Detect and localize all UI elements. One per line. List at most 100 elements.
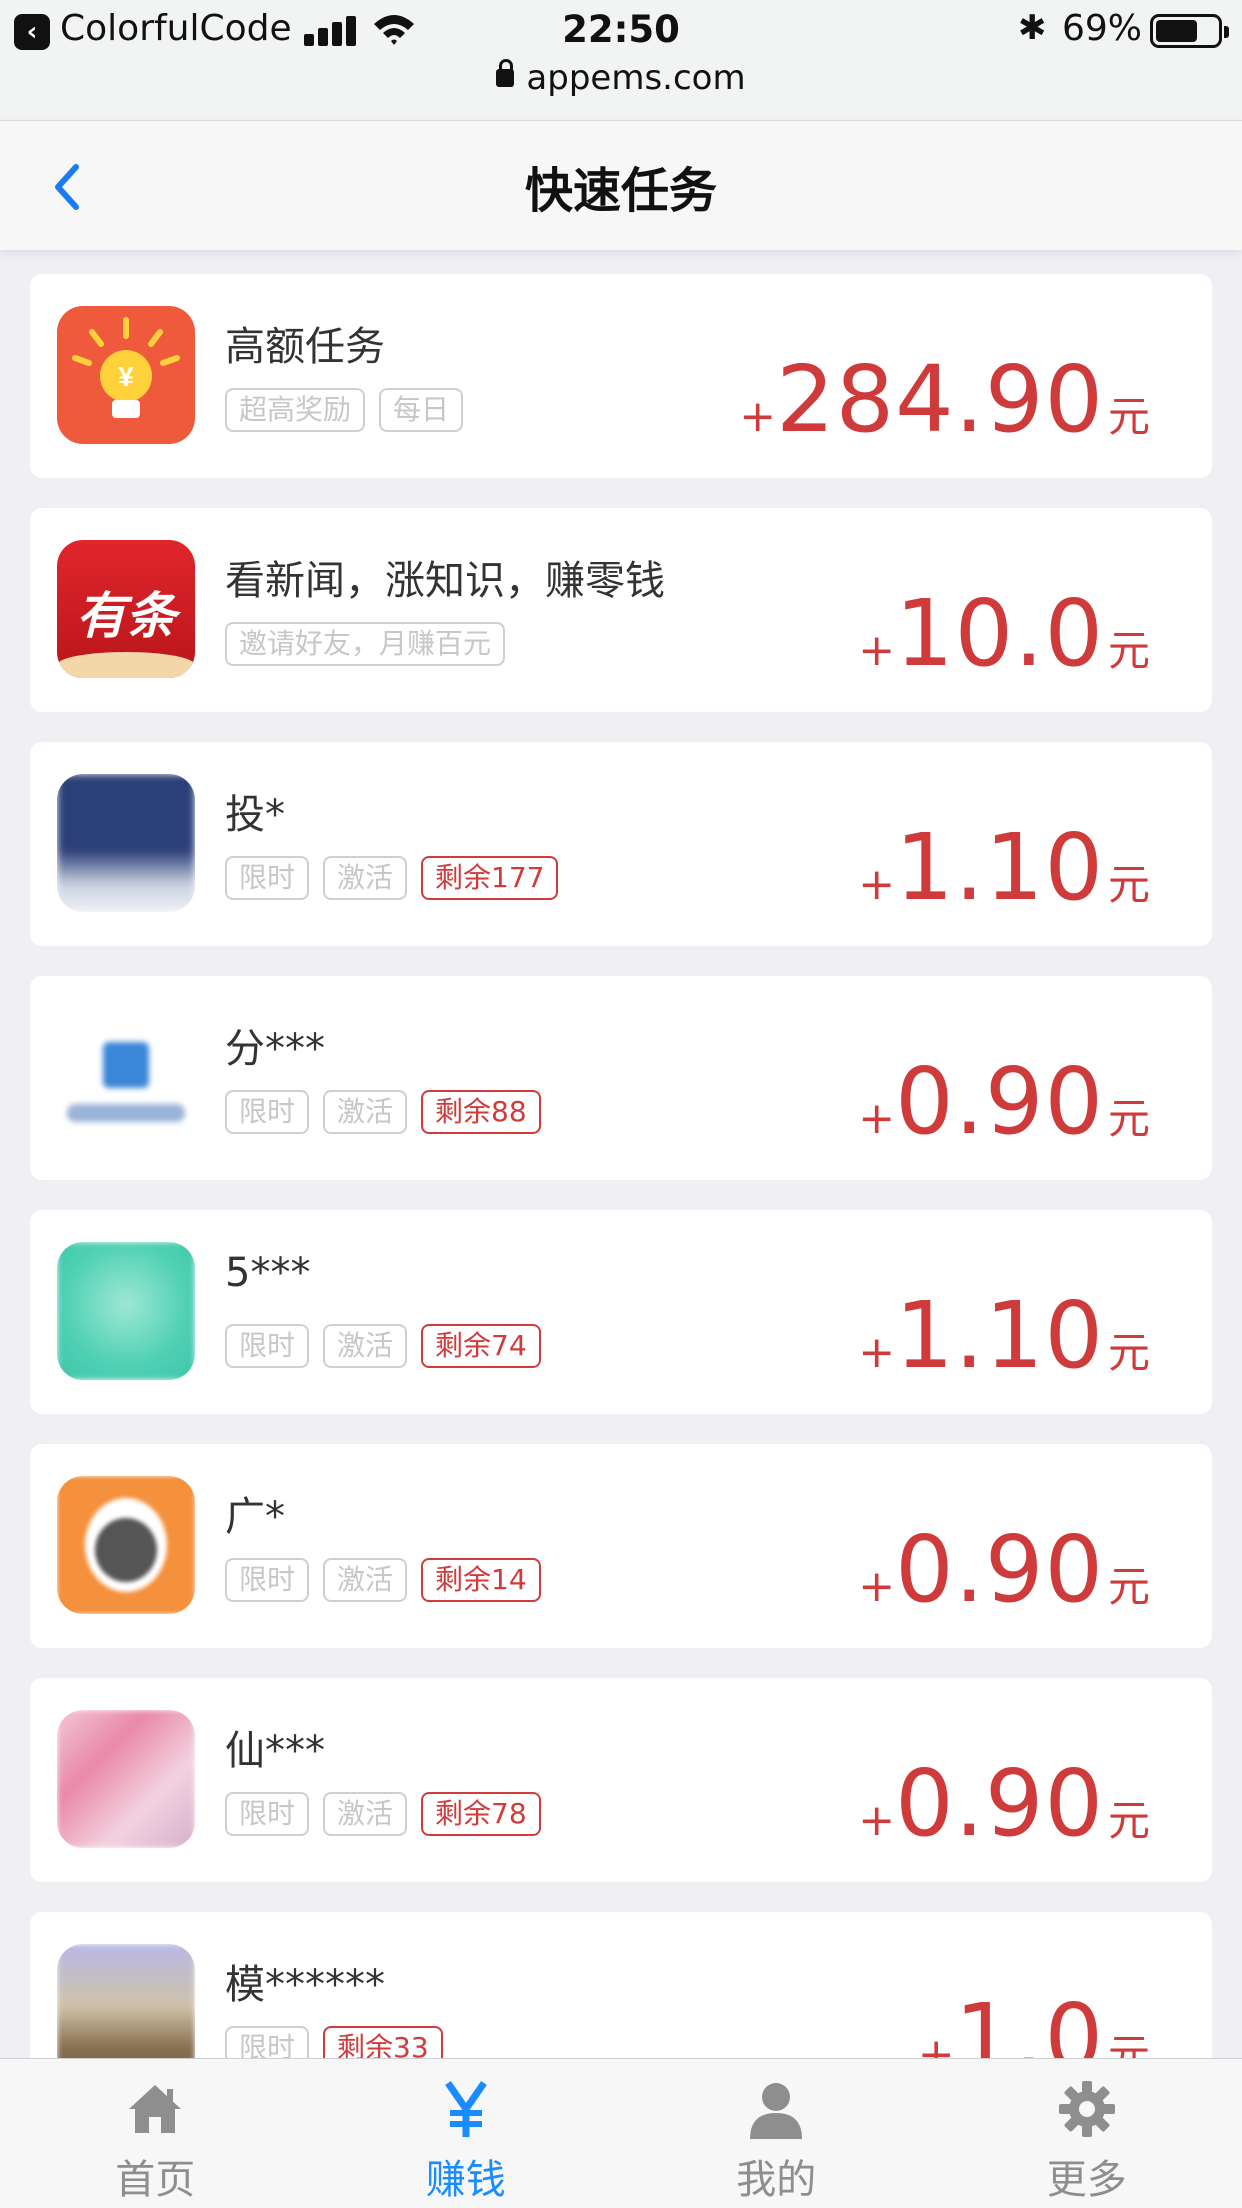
task-card[interactable]: 广* 限时 激活 剩余14 +0.90 元: [30, 1444, 1212, 1648]
reward-unit: 元: [1107, 1094, 1150, 1143]
yen-icon: [444, 2081, 487, 2137]
page-title: 快速任务: [524, 163, 717, 219]
reward-value: 1.10: [895, 814, 1104, 921]
task-tag: 激活: [323, 1324, 408, 1368]
remaining-badge: 剩余88: [421, 1090, 541, 1134]
tab-bar: 首页 赚钱 我的 更多: [0, 2058, 1242, 2208]
task-tags: 限时 激活 剩余78: [225, 1792, 541, 1836]
blurred-app-icon: [57, 774, 195, 912]
task-tag: 每日: [379, 388, 464, 432]
reward-amount: +0.90 元: [858, 1048, 1150, 1168]
lock-icon: [496, 59, 515, 87]
task-tags: 限时 激活 剩余177: [225, 856, 559, 900]
status-bar: ‹ ColorfulCode 22:50 ✱ 69% appems.com: [0, 0, 1242, 120]
youtiao-news-icon: 有条: [57, 540, 195, 678]
task-tag: 激活: [323, 1558, 408, 1602]
task-title: 分***: [225, 1026, 325, 1072]
tab-more-label: 更多: [1046, 2157, 1127, 2203]
battery-icon: [1150, 14, 1229, 48]
tab-more[interactable]: 更多: [932, 2059, 1242, 2208]
task-title: 仙***: [225, 1728, 325, 1774]
task-tag: 激活: [323, 856, 408, 900]
task-tags: 超高奖励 每日: [225, 388, 464, 432]
tab-home-label: 首页: [115, 2157, 196, 2203]
task-card[interactable]: 仙*** 限时 激活 剩余78 +0.90 元: [30, 1678, 1212, 1882]
reward-plus: +: [739, 391, 777, 442]
task-card[interactable]: 分*** 限时 激活 剩余88 +0.90 元: [30, 976, 1212, 1180]
lightbulb-coin-icon: ¥: [57, 306, 195, 444]
gear-icon: [1058, 2081, 1115, 2137]
task-card[interactable]: ¥ 高额任务超高奖励 每日 +284.90 元: [30, 274, 1212, 478]
reward-unit: 元: [1107, 1328, 1150, 1377]
reward-value: 0.90: [895, 1750, 1104, 1857]
task-tag: 限时: [225, 1324, 310, 1368]
task-tag: 邀请好友，月赚百元: [225, 622, 506, 666]
tab-mine-label: 我的: [736, 2157, 817, 2203]
task-tags: 限时 激活 剩余74: [225, 1324, 541, 1368]
tab-mine[interactable]: 我的: [621, 2059, 932, 2208]
svg-text:¥: ¥: [118, 361, 134, 392]
remaining-badge: 剩余78: [421, 1792, 541, 1836]
reward-amount: +0.90 元: [858, 1750, 1150, 1870]
task-tag: 激活: [323, 1792, 408, 1836]
reward-unit: 元: [1107, 392, 1150, 441]
task-tag: 超高奖励: [225, 388, 366, 432]
blurred-app-icon: [57, 1710, 195, 1848]
task-list: ¥ 高额任务 超高奖励 每日 +284.90 元有条 看新闻，涨知识，赚零钱 邀请好友，月赚百…: [30, 274, 1212, 2146]
reward-value: 0.90: [895, 1048, 1104, 1155]
reward-unit: 元: [1107, 626, 1150, 675]
task-tag: 限时: [225, 1558, 310, 1602]
task-title: 5***: [225, 1250, 311, 1296]
remaining-badge: 剩余74: [421, 1324, 541, 1368]
reward-unit: 元: [1107, 860, 1150, 909]
url-bar[interactable]: appems.com: [0, 58, 1242, 98]
reward-unit: 元: [1107, 1562, 1150, 1611]
task-tags: 邀请好友，月赚百元: [225, 622, 506, 666]
reward-amount: +1.10 元: [858, 814, 1150, 934]
remaining-badge: 剩余177: [421, 856, 559, 900]
task-tag: 限时: [225, 1090, 310, 1134]
reward-amount: +10.0 元: [858, 580, 1150, 700]
task-title: 模******: [225, 1962, 385, 2008]
home-icon: [129, 2085, 182, 2133]
task-card[interactable]: 有条 看新闻，涨知识，赚零钱 邀请好友，月赚百元 +10.0 元: [30, 508, 1212, 712]
task-tags: 限时 激活 剩余88: [225, 1090, 541, 1134]
reward-plus: +: [858, 1561, 896, 1612]
reward-plus: +: [858, 1327, 896, 1378]
reward-value: 0.90: [895, 1516, 1104, 1623]
url-text: appems.com: [526, 58, 746, 98]
task-tag: 激活: [323, 1090, 408, 1134]
reward-plus: +: [858, 859, 896, 910]
blurred-app-icon: [57, 1476, 195, 1614]
reward-amount: +1.10 元: [858, 1282, 1150, 1402]
reward-unit: 元: [1107, 1796, 1150, 1845]
task-title: 广*: [225, 1494, 285, 1540]
task-tags: 限时 激活 剩余14: [225, 1558, 541, 1602]
reward-plus: +: [858, 625, 896, 676]
navigation-bar: 快速任务: [0, 120, 1242, 250]
reward-value: 10.0: [895, 580, 1104, 687]
bluetooth-icon: ✱: [1018, 8, 1047, 48]
task-title: 投*: [225, 792, 285, 838]
tab-earn-label: 赚钱: [425, 2157, 506, 2203]
reward-amount: +0.90 元: [858, 1516, 1150, 1636]
reward-amount: +284.90 元: [739, 346, 1150, 466]
task-title: 看新闻，涨知识，赚零钱: [225, 558, 665, 604]
reward-value: 1.10: [895, 1282, 1104, 1389]
task-tag: 限时: [225, 1792, 310, 1836]
task-card[interactable]: 5*** 限时 激活 剩余74 +1.10 元: [30, 1210, 1212, 1414]
clock: 22:50: [562, 8, 680, 51]
blurred-app-icon: [57, 1242, 195, 1380]
task-tag: 限时: [225, 856, 310, 900]
reward-value: 284.90: [776, 346, 1104, 453]
battery-percent: 69%: [1062, 8, 1143, 49]
blurred-app-icon: [57, 1008, 195, 1146]
tab-home[interactable]: 首页: [0, 2059, 311, 2208]
remaining-badge: 剩余14: [421, 1558, 541, 1602]
reward-plus: +: [858, 1093, 896, 1144]
task-title: 高额任务: [225, 324, 385, 370]
tab-earn[interactable]: 赚钱: [311, 2059, 622, 2208]
user-icon: [750, 2083, 803, 2139]
task-card[interactable]: 投* 限时 激活 剩余177 +1.10 元: [30, 742, 1212, 946]
reward-plus: +: [858, 1795, 896, 1846]
